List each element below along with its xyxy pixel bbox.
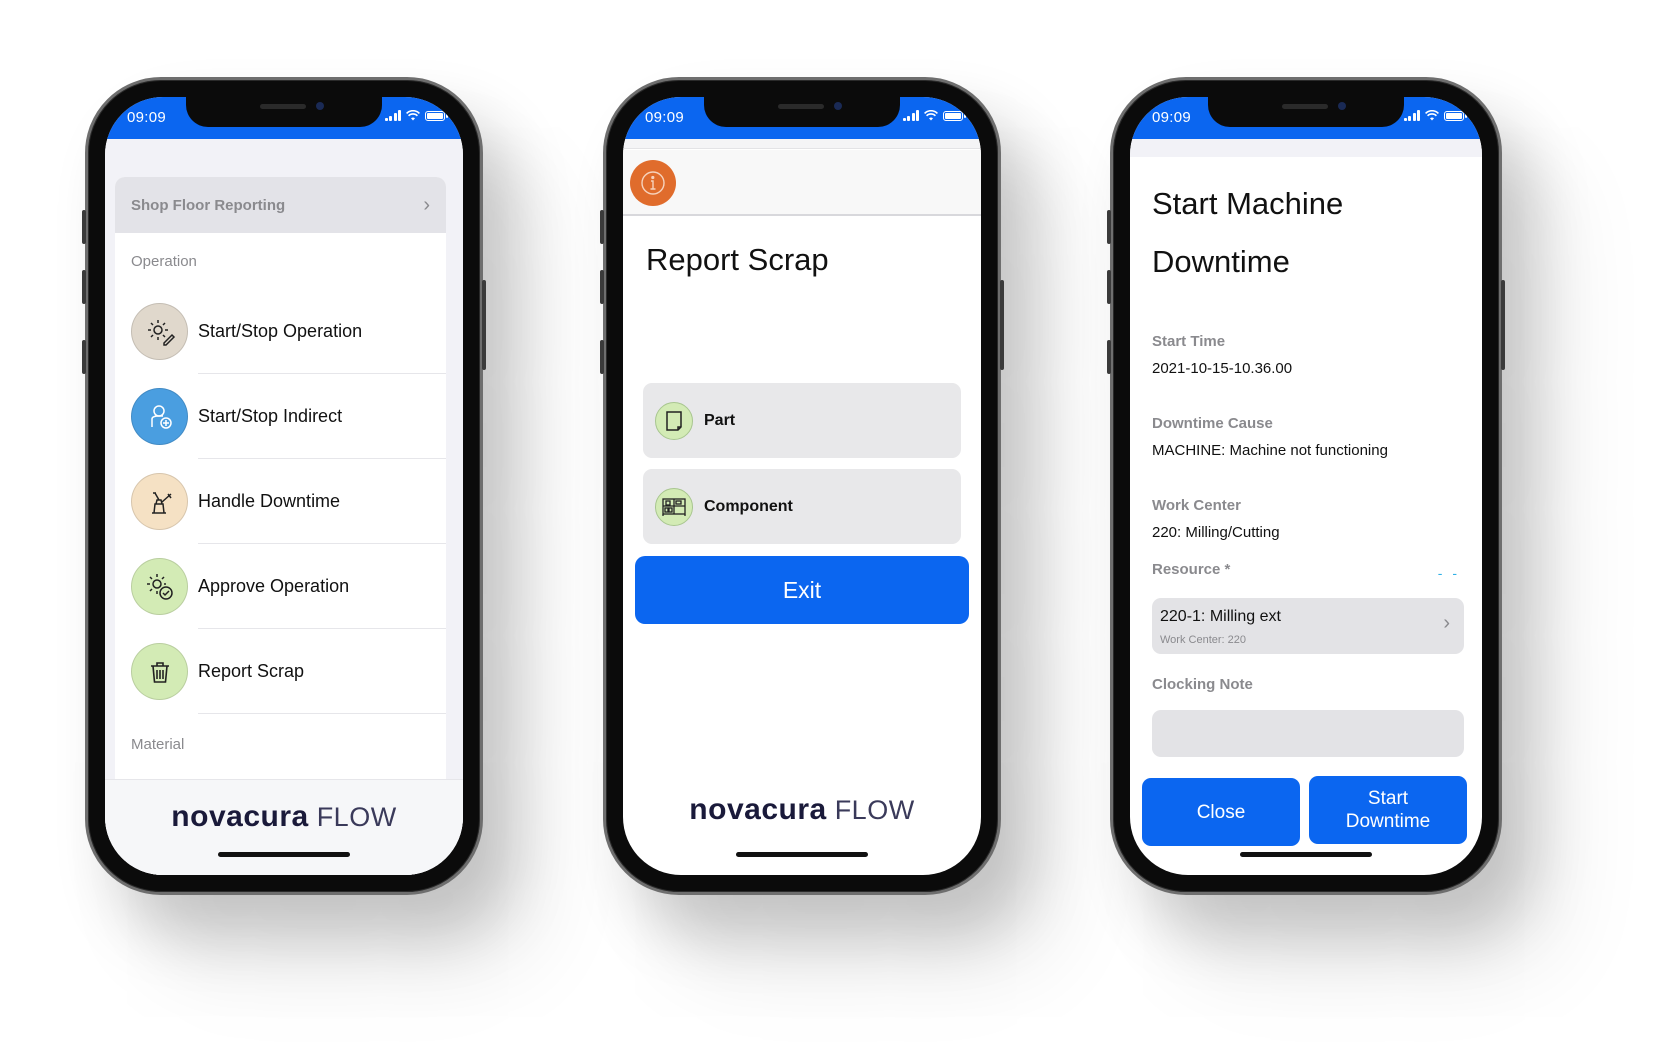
phone-start-machine-downtime: 09:09 Start Machine Downtime Start Time … (1107, 77, 1505, 895)
work-center-label: Work Center (1152, 497, 1241, 514)
loading-indicator: - - (1437, 565, 1460, 581)
battery-icon (425, 111, 448, 121)
toolbar (623, 150, 981, 216)
start-time-label: Start Time (1152, 333, 1226, 350)
top-spacer (1130, 139, 1482, 157)
trash-icon (131, 643, 188, 700)
menu-item-label: Approve Operation (198, 576, 350, 596)
start-time-value: 2021-10-15-10.36.00 (1152, 360, 1293, 377)
status-icons (1403, 110, 1467, 121)
start-downtime-button[interactable]: Start Downtime (1309, 776, 1467, 844)
phone-screen: 09:09 Report Scrap Part Component Exit n… (623, 97, 981, 875)
signal-icon (384, 110, 401, 121)
menu-body: Shop Floor Reporting › Operation Start/S… (105, 139, 463, 875)
resource-value: 220-1: Milling ext (1160, 608, 1281, 625)
person-plus-icon (131, 388, 188, 445)
wifi-icon (1425, 110, 1439, 121)
shelf-icon (655, 487, 693, 526)
info-icon (641, 171, 665, 195)
phone-screen: 09:09 Shop Floor Reporting › Operation S… (105, 97, 463, 875)
novacura-flow-logo: novacura FLOW (171, 800, 397, 833)
status-bar: 09:09 (1130, 97, 1482, 139)
option-component[interactable]: Component (643, 469, 961, 544)
resource-select[interactable]: 220-1: Milling ext Work Center: 220 › (1152, 598, 1464, 654)
option-label: Component (704, 497, 793, 515)
exit-button[interactable]: Exit (635, 556, 969, 624)
notch (186, 97, 382, 127)
menu-item-start-stop-indirect[interactable]: Start/Stop Indirect (115, 374, 446, 459)
resource-subtext: Work Center: 220 (1160, 634, 1247, 646)
wifi-icon (924, 110, 938, 121)
battery-icon (943, 111, 966, 121)
status-icons (384, 110, 448, 121)
menu-item-report-scrap[interactable]: Report Scrap (115, 629, 446, 714)
menu-card: Shop Floor Reporting › Operation Start/S… (115, 177, 446, 875)
info-button[interactable] (630, 160, 676, 206)
battery-icon (1444, 111, 1467, 121)
chevron-right-icon: › (423, 193, 430, 216)
menu-item-handle-downtime[interactable]: Handle Downtime (115, 459, 446, 544)
header-title: Shop Floor Reporting (131, 196, 286, 214)
menu-item-label: Start/Stop Operation (198, 321, 363, 341)
menu-item-label: Report Scrap (198, 661, 305, 681)
part-icon (655, 401, 693, 440)
menu-item-start-stop-operation[interactable]: Start/Stop Operation (115, 289, 446, 374)
home-indicator[interactable] (736, 852, 868, 857)
section-label-material: Material (131, 736, 185, 753)
phone-shop-floor-menu: 09:09 Shop Floor Reporting › Operation S… (82, 77, 486, 895)
close-button[interactable]: Close (1142, 778, 1300, 846)
oil-can-icon (131, 473, 188, 530)
resource-label: Resource * (1152, 561, 1231, 578)
option-part[interactable]: Part (643, 383, 961, 458)
page-title: Report Scrap (646, 242, 829, 277)
status-time: 09:09 (1152, 109, 1192, 126)
phone-screen: 09:09 Start Machine Downtime Start Time … (1130, 97, 1482, 875)
top-spacer (623, 139, 981, 149)
menu-item-approve-operation[interactable]: Approve Operation (115, 544, 446, 629)
signal-icon (902, 110, 919, 121)
novacura-flow-logo: novacura FLOW (689, 793, 915, 826)
status-time: 09:09 (645, 109, 685, 126)
chevron-right-icon: › (1443, 612, 1450, 634)
home-indicator[interactable] (218, 852, 350, 857)
shop-floor-reporting-header[interactable]: Shop Floor Reporting › (115, 177, 446, 233)
clocking-note-label: Clocking Note (1152, 676, 1253, 693)
app-footer: novacura FLOW (105, 779, 463, 875)
notch (704, 97, 900, 127)
home-indicator[interactable] (1240, 852, 1372, 857)
downtime-cause-value: MACHINE: Machine not functioning (1152, 442, 1388, 459)
status-bar: 09:09 (623, 97, 981, 139)
status-time: 09:09 (127, 109, 167, 126)
downtime-cause-label: Downtime Cause (1152, 415, 1273, 432)
signal-icon (1403, 110, 1420, 121)
clocking-note-input[interactable] (1152, 710, 1464, 757)
wifi-icon (406, 110, 420, 121)
section-label-operation: Operation (131, 253, 197, 270)
notch (1208, 97, 1404, 127)
status-bar: 09:09 (105, 97, 463, 139)
status-icons (902, 110, 966, 121)
gear-pencil-icon (131, 303, 188, 360)
menu-item-label: Handle Downtime (198, 491, 341, 511)
work-center-value: 220: Milling/Cutting (1152, 524, 1280, 541)
gear-check-icon (131, 558, 188, 615)
menu-item-label: Start/Stop Indirect (198, 406, 343, 426)
option-label: Part (704, 411, 736, 429)
page-title: Start Machine Downtime (1152, 186, 1344, 279)
phone-report-scrap: 09:09 Report Scrap Part Component Exit n… (600, 77, 1004, 895)
